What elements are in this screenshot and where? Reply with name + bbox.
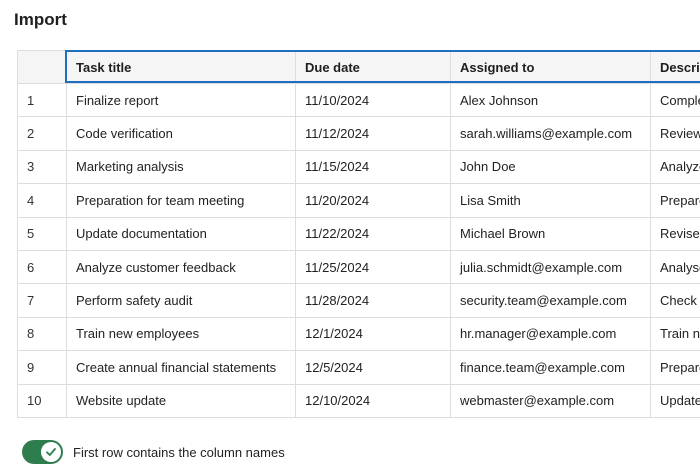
description-cell[interactable]: Complete the final report <box>650 82 700 118</box>
table-row[interactable]: 9 Create annual financial statements 12/5/… <box>17 350 700 385</box>
toggle-knob <box>41 442 61 462</box>
assigned-to-cell[interactable]: Michael Brown <box>450 216 651 251</box>
table-row[interactable]: 5 Update documentation 11/22/2024 Michael B… <box>17 216 700 251</box>
task-title-cell[interactable]: Finalize report <box>66 82 296 118</box>
assigned-to-cell[interactable]: Lisa Smith <box>450 183 651 218</box>
header-row: Task title Due date Assigned to Descript… <box>17 50 700 84</box>
table-row[interactable]: 7 Perform safety audit 11/28/2024 security.… <box>17 283 700 318</box>
check-icon <box>46 448 56 456</box>
row-number[interactable]: 5 <box>17 216 67 251</box>
due-date-cell[interactable]: 11/10/2024 <box>295 82 451 118</box>
description-cell[interactable]: Check safety measures <box>650 283 700 318</box>
task-title-cell[interactable]: Train new employees <box>66 316 296 352</box>
table-row[interactable]: 4 Preparation for team meeting 11/20/2024 L… <box>17 183 700 218</box>
table-row[interactable]: 2 Code verification 11/12/2024 sarah.willia… <box>17 116 700 151</box>
description-cell[interactable]: Prepare the agenda <box>650 183 700 218</box>
description-cell[interactable]: Analyse the feedback <box>650 249 700 285</box>
row-number[interactable]: 7 <box>17 283 67 318</box>
table-row[interactable]: 10 Website update 12/10/2024 webmaster@exam… <box>17 383 700 418</box>
first-row-header-option: First row contains the column names <box>22 440 285 464</box>
description-cell[interactable]: Prepare statements <box>650 350 700 385</box>
due-date-cell[interactable]: 11/20/2024 <box>295 183 451 218</box>
task-title-cell[interactable]: Perform safety audit <box>66 283 296 318</box>
row-number[interactable]: 2 <box>17 116 67 151</box>
description-cell[interactable]: Train new staff <box>650 316 700 352</box>
task-title-cell[interactable]: Create annual financial statements <box>66 350 296 385</box>
task-title-cell[interactable]: Code verification <box>66 116 296 151</box>
assigned-to-cell[interactable]: security.team@example.com <box>450 283 651 318</box>
row-number[interactable]: 4 <box>17 183 67 218</box>
row-number[interactable]: 8 <box>17 316 67 352</box>
import-table: Task title Due date Assigned to Descript… <box>17 50 700 418</box>
description-cell[interactable]: Update the website <box>650 383 700 418</box>
description-cell[interactable]: Revise the documentation <box>650 216 700 251</box>
column-header-due-date[interactable]: Due date <box>295 50 451 84</box>
row-number[interactable]: 3 <box>17 149 67 185</box>
row-number-header <box>17 50 67 84</box>
due-date-cell[interactable]: 11/22/2024 <box>295 216 451 251</box>
due-date-cell[interactable]: 12/1/2024 <box>295 316 451 352</box>
task-title-cell[interactable]: Preparation for team meeting <box>66 183 296 218</box>
assigned-to-cell[interactable]: John Doe <box>450 149 651 185</box>
first-row-header-toggle[interactable] <box>22 440 63 464</box>
assigned-to-cell[interactable]: hr.manager@example.com <box>450 316 651 352</box>
row-number[interactable]: 9 <box>17 350 67 385</box>
first-row-header-label: First row contains the column names <box>73 444 285 460</box>
task-title-cell[interactable]: Marketing analysis <box>66 149 296 185</box>
description-cell[interactable]: Review the code <box>650 116 700 151</box>
due-date-cell[interactable]: 11/12/2024 <box>295 116 451 151</box>
description-cell[interactable]: Analyze marketing data <box>650 149 700 185</box>
import-preview-grid[interactable]: Task title Due date Assigned to Descript… <box>17 50 700 418</box>
due-date-cell[interactable]: 11/28/2024 <box>295 283 451 318</box>
table-row[interactable]: 8 Train new employees 12/1/2024 hr.manager@… <box>17 316 700 352</box>
assigned-to-cell[interactable]: Alex Johnson <box>450 82 651 118</box>
due-date-cell[interactable]: 11/25/2024 <box>295 249 451 285</box>
assigned-to-cell[interactable]: webmaster@example.com <box>450 383 651 418</box>
table-row[interactable]: 1 Finalize report 11/10/2024 Alex Johnson Co… <box>17 82 700 118</box>
due-date-cell[interactable]: 12/10/2024 <box>295 383 451 418</box>
column-header-assigned-to[interactable]: Assigned to <box>450 50 651 84</box>
column-header-description[interactable]: Description <box>650 50 700 84</box>
column-header-task-title[interactable]: Task title <box>66 50 296 84</box>
task-title-cell[interactable]: Update documentation <box>66 216 296 251</box>
due-date-cell[interactable]: 11/15/2024 <box>295 149 451 185</box>
task-title-cell[interactable]: Website update <box>66 383 296 418</box>
table-row[interactable]: 3 Marketing analysis 11/15/2024 John Doe Ana… <box>17 149 700 185</box>
task-title-cell[interactable]: Analyze customer feedback <box>66 249 296 285</box>
assigned-to-cell[interactable]: julia.schmidt@example.com <box>450 249 651 285</box>
assigned-to-cell[interactable]: sarah.williams@example.com <box>450 116 651 151</box>
row-number[interactable]: 1 <box>17 82 67 118</box>
row-number[interactable]: 10 <box>17 383 67 418</box>
due-date-cell[interactable]: 12/5/2024 <box>295 350 451 385</box>
page-title: Import <box>14 10 67 29</box>
table-row[interactable]: 6 Analyze customer feedback 11/25/2024 juli… <box>17 249 700 285</box>
assigned-to-cell[interactable]: finance.team@example.com <box>450 350 651 385</box>
row-number[interactable]: 6 <box>17 249 67 285</box>
